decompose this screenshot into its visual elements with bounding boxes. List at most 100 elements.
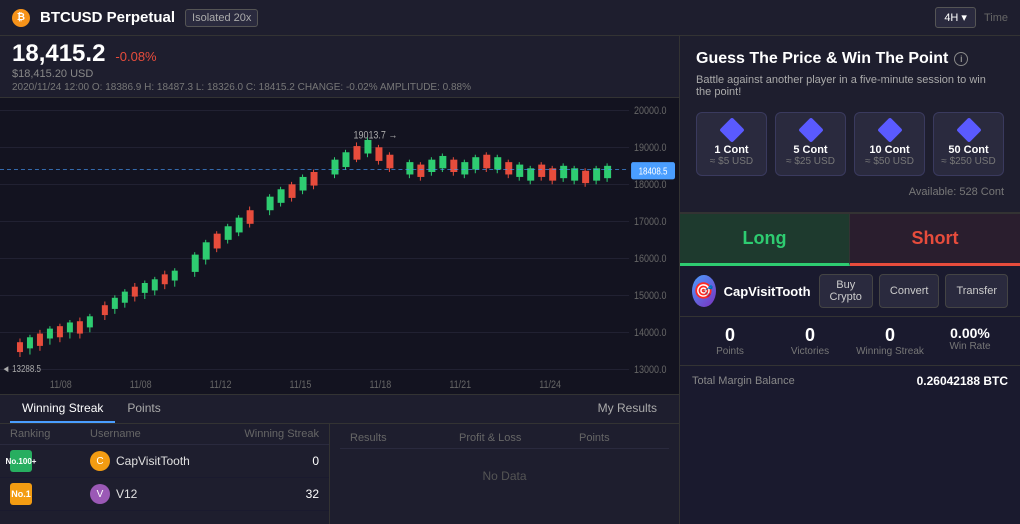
stat-win-rate: 0.00% Win Rate bbox=[932, 325, 1008, 357]
margin-value: 0.26042188 BTC bbox=[917, 374, 1008, 388]
col-points: Points bbox=[579, 432, 659, 444]
leaderboard-rows: No.100+ C CapVisitTooth 0 bbox=[0, 445, 329, 511]
col-username: Username bbox=[90, 428, 219, 440]
user-cell: C CapVisitTooth bbox=[90, 451, 219, 471]
svg-text:20000.0: 20000.0 bbox=[634, 105, 667, 117]
rank-badge: No.100+ bbox=[10, 450, 32, 472]
svg-text:16000.0: 16000.0 bbox=[634, 253, 667, 265]
user-section: 🎯 CapVisitTooth Buy Crypto Convert Trans… bbox=[680, 266, 1020, 317]
user-cell: V V12 bbox=[90, 484, 219, 504]
bet-diamond-2 bbox=[798, 117, 823, 142]
bet-amount-1: 1 Cont bbox=[703, 144, 760, 156]
stat-streak-label: Winning Streak bbox=[852, 346, 928, 357]
streak-value: 0 bbox=[219, 454, 319, 468]
bet-usd-4: ≈ $250 USD bbox=[940, 156, 997, 167]
transfer-button[interactable]: Transfer bbox=[945, 274, 1008, 308]
stat-streak-value: 0 bbox=[852, 325, 928, 346]
bet-card-1[interactable]: 1 Cont ≈ $5 USD bbox=[696, 112, 767, 176]
header-right: 4H ▾ Time bbox=[935, 7, 1008, 28]
bet-diamond-4 bbox=[956, 117, 981, 142]
username: CapVisitTooth bbox=[116, 454, 190, 468]
svg-text:11/18: 11/18 bbox=[369, 379, 391, 391]
rank-badge: No.1 bbox=[10, 483, 32, 505]
convert-button[interactable]: Convert bbox=[879, 274, 940, 308]
svg-text:17000.0: 17000.0 bbox=[634, 216, 667, 228]
price-change: -0.08% bbox=[115, 49, 156, 64]
svg-text:11/21: 11/21 bbox=[449, 379, 471, 391]
header: ₿ BTCUSD Perpetual Isolated 20x 4H ▾ Tim… bbox=[0, 0, 1020, 36]
buy-crypto-button[interactable]: Buy Crypto bbox=[819, 274, 873, 308]
svg-text:19000.0: 19000.0 bbox=[634, 142, 667, 154]
price-usd: $18,415.20 USD bbox=[12, 68, 667, 80]
username-label: CapVisitTooth bbox=[724, 284, 811, 299]
bet-amount-3: 10 Cont bbox=[861, 144, 918, 156]
svg-text:18000.0: 18000.0 bbox=[634, 179, 667, 191]
svg-text:11/08: 11/08 bbox=[130, 379, 152, 391]
long-button[interactable]: Long bbox=[680, 214, 850, 266]
bet-amount-4: 50 Cont bbox=[940, 144, 997, 156]
svg-text:19013.7 →: 19013.7 → bbox=[353, 130, 397, 142]
streak-value: 32 bbox=[219, 487, 319, 501]
bet-options: 1 Cont ≈ $5 USD 5 Cont ≈ $25 USD 10 Cont… bbox=[696, 112, 1004, 176]
svg-text:11/08: 11/08 bbox=[50, 379, 72, 391]
bet-amount-2: 5 Cont bbox=[782, 144, 839, 156]
time-label: Time bbox=[984, 12, 1008, 24]
action-buttons: Buy Crypto Convert Transfer bbox=[819, 274, 1008, 308]
bottom-tabs: Winning Streak Points My Results bbox=[0, 395, 679, 424]
bet-card-3[interactable]: 10 Cont ≈ $50 USD bbox=[854, 112, 925, 176]
bet-usd-3: ≈ $50 USD bbox=[861, 156, 918, 167]
table-row: No.1 V V12 32 bbox=[0, 478, 329, 511]
game-section: Guess The Price & Win The Point i Battle… bbox=[680, 36, 1020, 213]
stat-points-label: Points bbox=[692, 346, 768, 357]
svg-text:18408.5: 18408.5 bbox=[639, 166, 668, 177]
svg-text:11/24: 11/24 bbox=[539, 379, 561, 391]
info-icon[interactable]: i bbox=[954, 52, 968, 66]
svg-text:11/15: 11/15 bbox=[290, 379, 312, 391]
no-data: No Data bbox=[340, 449, 669, 503]
game-title: Guess The Price & Win The Point i bbox=[696, 50, 1004, 68]
col-ranking: Ranking bbox=[10, 428, 90, 440]
svg-text:◄ 13288.5: ◄ 13288.5 bbox=[2, 363, 41, 374]
stat-winrate-label: Win Rate bbox=[932, 341, 1008, 352]
short-button[interactable]: Short bbox=[850, 214, 1020, 266]
col-pnl: Profit & Loss bbox=[459, 432, 579, 444]
my-results-tab[interactable]: My Results bbox=[586, 395, 669, 423]
stat-victories-value: 0 bbox=[772, 325, 848, 346]
tab-points[interactable]: Points bbox=[115, 395, 172, 423]
timeframe-button[interactable]: 4H ▾ bbox=[935, 7, 976, 28]
avatar: V bbox=[90, 484, 110, 504]
bottom-content: Ranking Username Winning Streak No.100+ bbox=[0, 424, 679, 524]
right-panel: Guess The Price & Win The Point i Battle… bbox=[680, 36, 1020, 524]
leaderboard-section: Ranking Username Winning Streak No.100+ bbox=[0, 424, 330, 524]
bet-usd-1: ≈ $5 USD bbox=[703, 156, 760, 167]
svg-text:15000.0: 15000.0 bbox=[634, 290, 667, 302]
chart-svg: 20000.0 19000.0 18000.0 17000.0 16000.0 … bbox=[0, 98, 679, 394]
stat-victories: 0 Victories bbox=[772, 325, 848, 357]
left-panel: 18,415.2 -0.08% $18,415.20 USD 2020/11/2… bbox=[0, 36, 680, 524]
tab-winning-streak[interactable]: Winning Streak bbox=[10, 395, 115, 423]
price-value: 18,415.2 bbox=[12, 40, 105, 68]
bet-usd-2: ≈ $25 USD bbox=[782, 156, 839, 167]
stats-row: 0 Points 0 Victories 0 Winning Streak 0.… bbox=[680, 317, 1020, 366]
svg-text:11/12: 11/12 bbox=[210, 379, 232, 391]
pair-title: BTCUSD Perpetual bbox=[40, 9, 175, 26]
bet-card-4[interactable]: 50 Cont ≈ $250 USD bbox=[933, 112, 1004, 176]
bet-card-2[interactable]: 5 Cont ≈ $25 USD bbox=[775, 112, 846, 176]
long-short-container: Long Short bbox=[680, 213, 1020, 266]
price-bar: 18,415.2 -0.08% $18,415.20 USD 2020/11/2… bbox=[0, 36, 679, 98]
btc-icon: ₿ bbox=[12, 9, 30, 27]
leaderboard-header: Ranking Username Winning Streak bbox=[0, 424, 329, 445]
svg-text:13000.0: 13000.0 bbox=[634, 364, 667, 376]
bet-diamond-3 bbox=[877, 117, 902, 142]
col-results: Results bbox=[350, 432, 459, 444]
stat-winrate-value: 0.00% bbox=[932, 325, 1008, 341]
stat-points: 0 Points bbox=[692, 325, 768, 357]
results-header: Results Profit & Loss Points bbox=[340, 428, 669, 449]
svg-text:14000.0: 14000.0 bbox=[634, 327, 667, 339]
price-details: 2020/11/24 12:00 O: 18386.9 H: 18487.3 L… bbox=[12, 82, 667, 93]
user-main-avatar: 🎯 bbox=[692, 275, 716, 307]
bet-diamond-1 bbox=[719, 117, 744, 142]
col-streak: Winning Streak bbox=[219, 428, 319, 440]
bottom-panel: Winning Streak Points My Results Ranking… bbox=[0, 394, 679, 524]
username: V12 bbox=[116, 487, 137, 501]
